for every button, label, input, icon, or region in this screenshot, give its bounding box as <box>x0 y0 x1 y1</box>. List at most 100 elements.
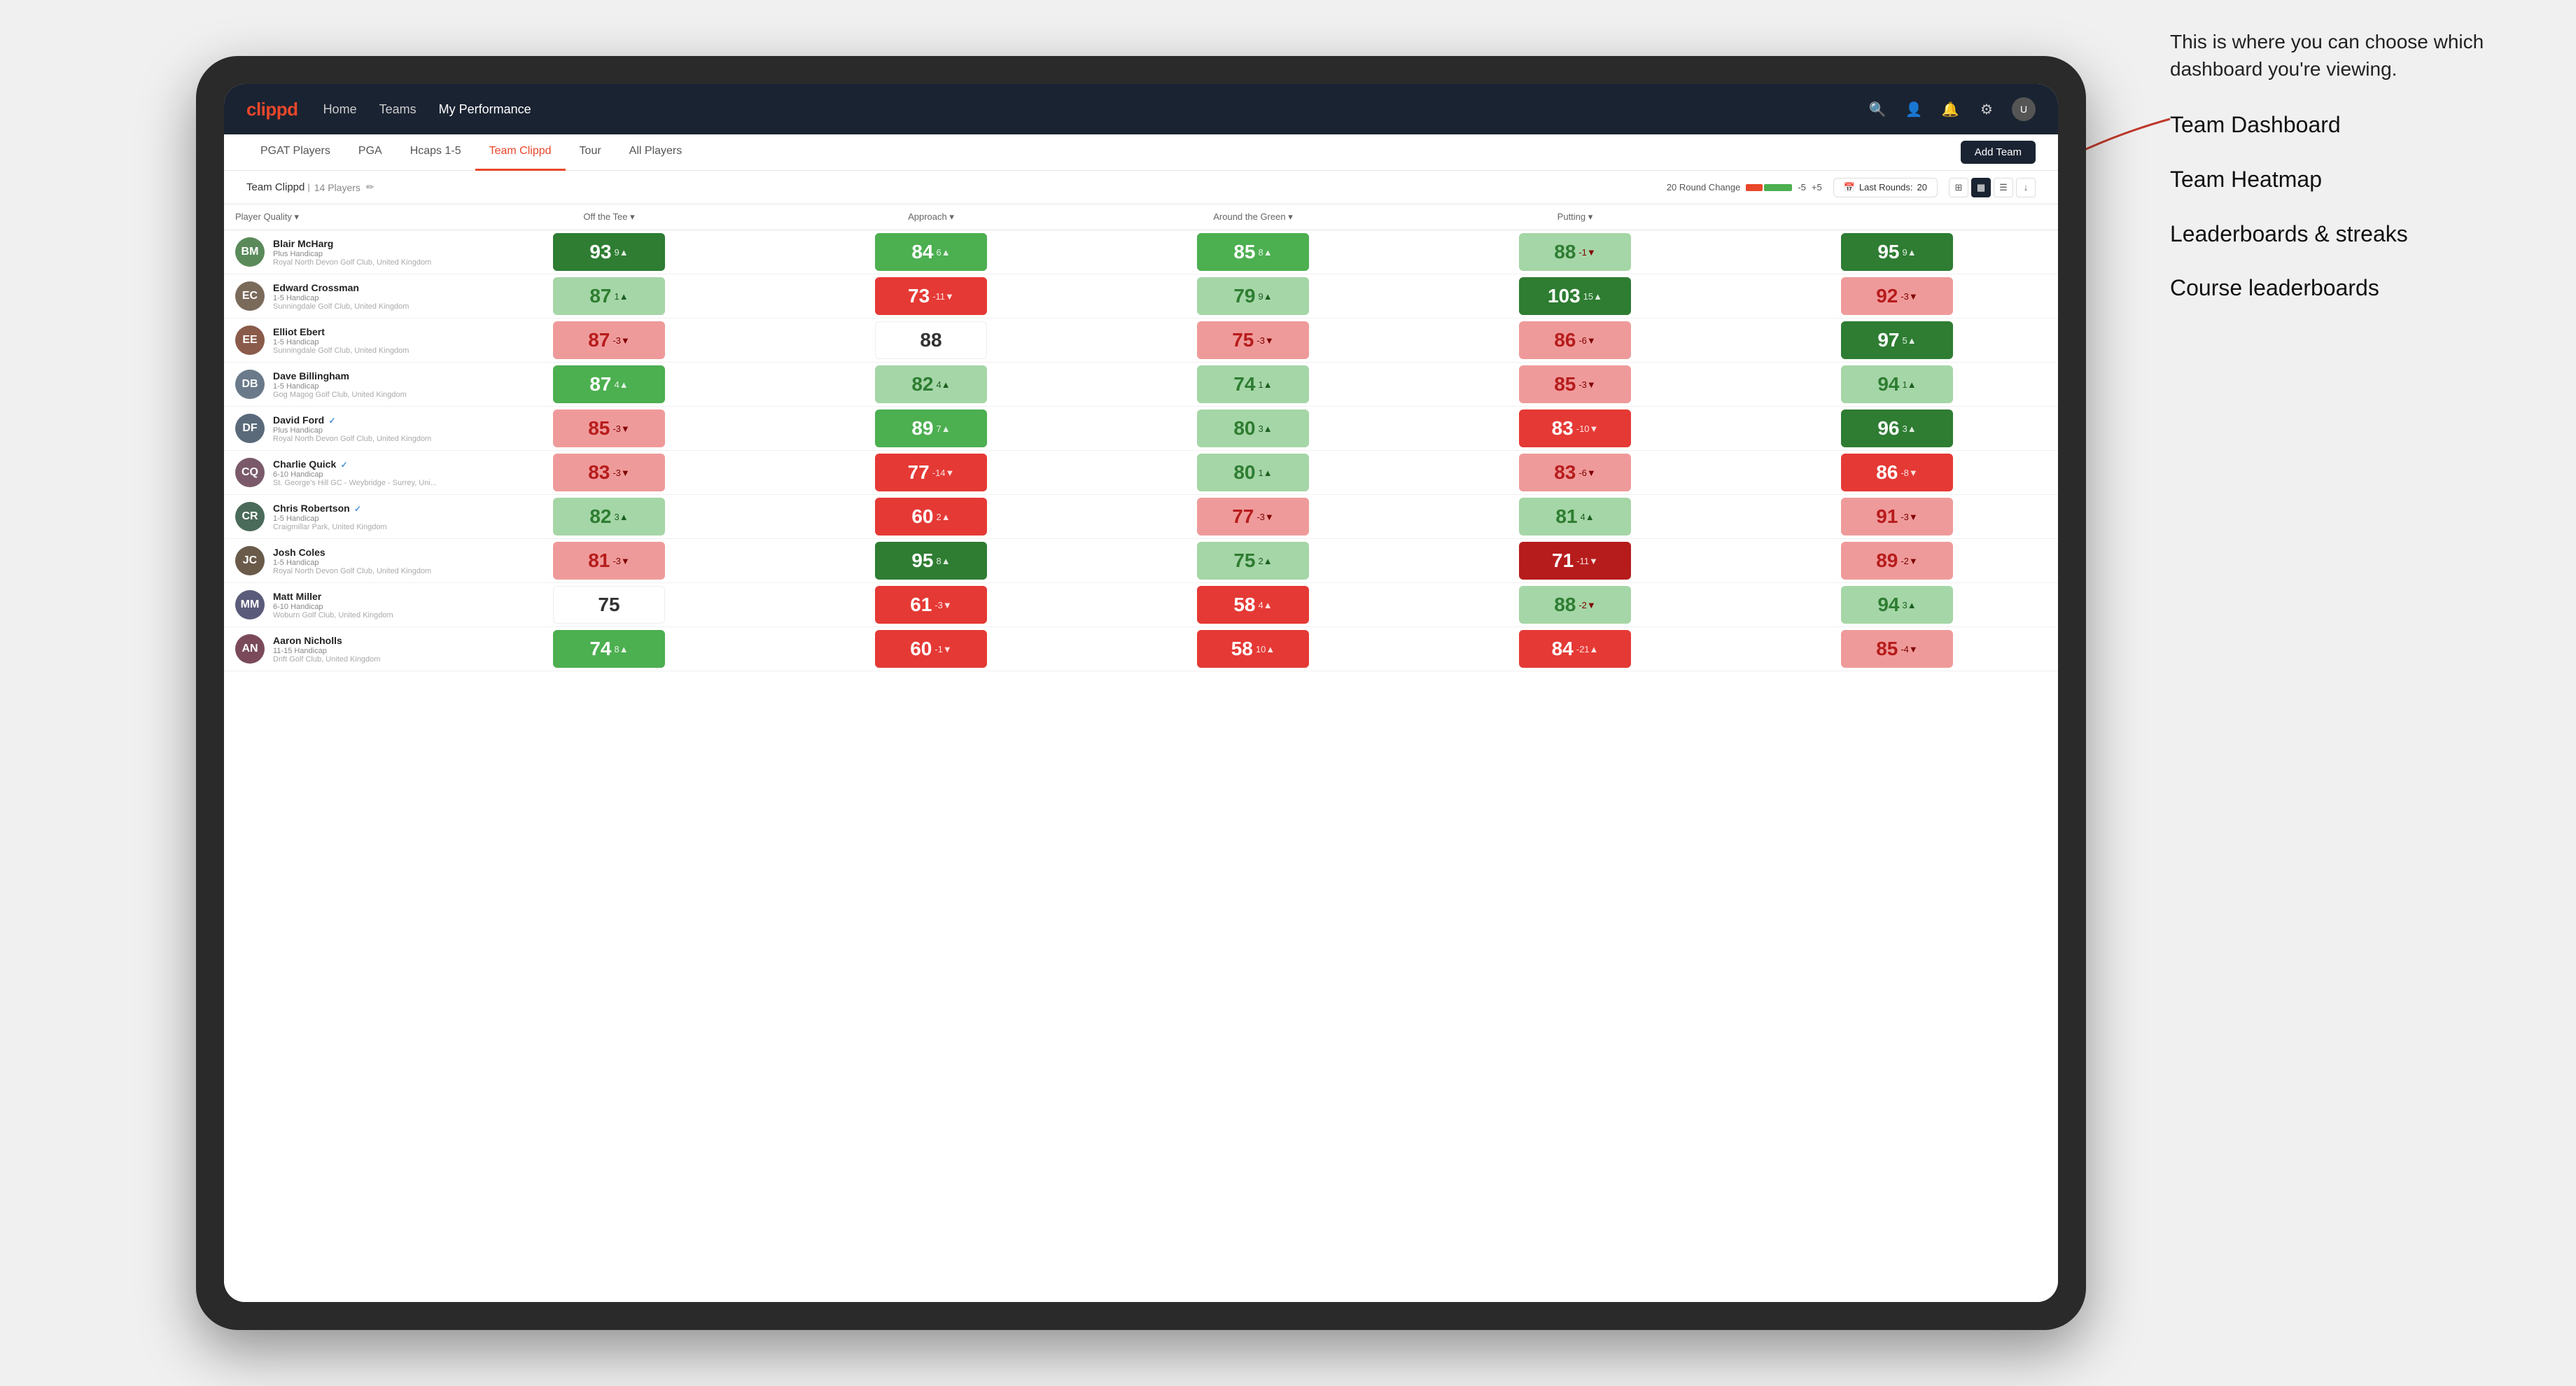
metric-score: 80 <box>1233 417 1255 440</box>
nav-link-home[interactable]: Home <box>323 102 357 117</box>
metric-score: 89 <box>1876 550 1898 572</box>
col-header-putting[interactable]: Putting ▾ <box>1414 204 1736 230</box>
sub-nav-pga[interactable]: PGA <box>344 134 396 171</box>
metric-change: -3▼ <box>1900 512 1917 522</box>
metric-score: 80 <box>1233 461 1255 484</box>
metric-change: -1▼ <box>1578 247 1595 258</box>
metric-cell: 88 <box>770 318 1092 363</box>
col-header-approach[interactable]: Approach ▾ <box>770 204 1092 230</box>
table-body: BMBlair McHargPlus HandicapRoyal North D… <box>224 230 2058 671</box>
player-cell[interactable]: ECEdward Crossman1-5 HandicapSunningdale… <box>224 274 448 318</box>
player-cell[interactable]: CRChris Robertson ✓1-5 HandicapCraigmill… <box>224 495 448 539</box>
metric-change: 3▲ <box>1903 600 1917 610</box>
player-name: Chris Robertson ✓ <box>273 503 437 514</box>
player-cell[interactable]: BMBlair McHargPlus HandicapRoyal North D… <box>224 230 448 274</box>
metric-change: 9▲ <box>1259 291 1273 302</box>
metric-score: 74 <box>589 638 611 660</box>
profile-icon[interactable]: 👤 <box>1903 98 1925 120</box>
player-cell[interactable]: DBDave Billingham1-5 HandicapGog Magog G… <box>224 363 448 407</box>
settings-icon[interactable]: ⚙ <box>1975 98 1998 120</box>
col-header-aroundgreen[interactable]: Around the Green ▾ <box>1092 204 1414 230</box>
metric-cell: 75-3▼ <box>1092 318 1414 363</box>
metric-cell: 83-6▼ <box>1414 451 1736 495</box>
team-count: 14 Players <box>314 182 360 193</box>
metric-score: 88 <box>920 329 941 351</box>
metric-change: -3▼ <box>1578 379 1595 390</box>
heatmap-view-button[interactable]: ▦ <box>1971 178 1991 197</box>
grid-view-button[interactable]: ⊞ <box>1949 178 1968 197</box>
download-button[interactable]: ↓ <box>2016 178 2036 197</box>
metric-change: -3▼ <box>612 424 629 434</box>
sub-nav-teamclippd[interactable]: Team Clippd <box>475 134 566 171</box>
avatar[interactable]: U <box>2012 97 2036 121</box>
table-row: ANAaron Nicholls11-15 HandicapDrift Golf… <box>224 627 2058 671</box>
metric-change: -4▼ <box>1900 644 1917 654</box>
player-cell[interactable]: MMMatt Miller6-10 HandicapWoburn Golf Cl… <box>224 583 448 627</box>
metric-score: 81 <box>1555 505 1577 528</box>
metric-change: -2▼ <box>1900 556 1917 566</box>
avatar: EE <box>235 326 265 355</box>
metric-cell: 86-8▼ <box>1736 451 2058 495</box>
col-header-player: Player Quality ▾ <box>224 204 448 230</box>
metric-score: 85 <box>1554 373 1576 396</box>
sub-nav-pgat[interactable]: PGAT Players <box>246 134 344 171</box>
metric-change: 4▲ <box>615 379 629 390</box>
edit-icon[interactable]: ✏ <box>366 181 374 193</box>
player-cell[interactable]: ANAaron Nicholls11-15 HandicapDrift Golf… <box>224 627 448 671</box>
metric-score: 75 <box>1233 550 1255 572</box>
avatar: EC <box>235 281 265 311</box>
metric-score: 61 <box>910 594 932 616</box>
metric-change: -3▼ <box>612 335 629 346</box>
list-view-button[interactable]: ☰ <box>1994 178 2013 197</box>
col-header-offtee[interactable]: Off the Tee ▾ <box>448 204 770 230</box>
metric-score: 60 <box>910 638 932 660</box>
metric-cell: 83-3▼ <box>448 451 770 495</box>
metric-cell: 814▲ <box>1414 495 1736 539</box>
avatar: AN <box>235 634 265 664</box>
neg-val: -5 <box>1798 182 1806 192</box>
player-cell[interactable]: CQCharlie Quick ✓6-10 HandicapSt. George… <box>224 451 448 495</box>
metric-score: 94 <box>1877 594 1899 616</box>
metric-cell: 92-3▼ <box>1736 274 2058 318</box>
sub-nav-tour[interactable]: Tour <box>566 134 615 171</box>
sub-nav-hcaps[interactable]: Hcaps 1-5 <box>396 134 475 171</box>
metric-score: 83 <box>588 461 610 484</box>
search-icon[interactable]: 🔍 <box>1866 98 1889 120</box>
annotation-area: This is where you can choose which dashb… <box>2170 28 2534 328</box>
metric-change: 1▲ <box>615 291 629 302</box>
metric-change: 8▲ <box>615 644 629 654</box>
metric-score: 97 <box>1877 329 1899 351</box>
player-cell[interactable]: DFDavid Ford ✓Plus HandicapRoyal North D… <box>224 407 448 451</box>
metric-cell: 803▲ <box>1092 407 1414 451</box>
metric-score: 94 <box>1877 373 1899 396</box>
metric-cell: 941▲ <box>1736 363 2058 407</box>
sub-nav-allplayers[interactable]: All Players <box>615 134 696 171</box>
nav-link-myperformance[interactable]: My Performance <box>439 102 531 117</box>
add-team-button[interactable]: Add Team <box>1961 141 2036 164</box>
player-club: Gog Magog Golf Club, United Kingdom <box>273 391 437 399</box>
metric-cell: 87-3▼ <box>448 318 770 363</box>
metric-change: -3▼ <box>1900 291 1917 302</box>
player-handicap: 1-5 Handicap <box>273 382 437 391</box>
metric-score: 85 <box>1876 638 1898 660</box>
metric-cell: 939▲ <box>448 230 770 274</box>
player-cell[interactable]: EEElliot Ebert1-5 HandicapSunningdale Go… <box>224 318 448 363</box>
metric-score: 88 <box>1554 594 1576 616</box>
bell-icon[interactable]: 🔔 <box>1939 98 1961 120</box>
player-club: Sunningdale Golf Club, United Kingdom <box>273 302 437 311</box>
avatar: DB <box>235 370 265 399</box>
metric-score: 87 <box>589 285 611 307</box>
last-rounds-button[interactable]: 📅 Last Rounds: 20 <box>1833 178 1938 197</box>
metric-cell: 963▲ <box>1736 407 2058 451</box>
annotation-item-3: Leaderboards & streaks <box>2170 220 2534 249</box>
metric-cell: 83-10▼ <box>1414 407 1736 451</box>
metric-score: 60 <box>911 505 933 528</box>
metric-cell: 584▲ <box>1092 583 1414 627</box>
annotation-intro-text: This is where you can choose which dashb… <box>2170 28 2534 83</box>
table-row: BMBlair McHargPlus HandicapRoyal North D… <box>224 230 2058 274</box>
nav-link-teams[interactable]: Teams <box>379 102 416 117</box>
player-cell[interactable]: JCJosh Coles1-5 HandicapRoyal North Devo… <box>224 539 448 583</box>
table-row: CRChris Robertson ✓1-5 HandicapCraigmill… <box>224 495 2058 539</box>
metric-score: 92 <box>1876 285 1898 307</box>
metric-cell: 88-2▼ <box>1414 583 1736 627</box>
